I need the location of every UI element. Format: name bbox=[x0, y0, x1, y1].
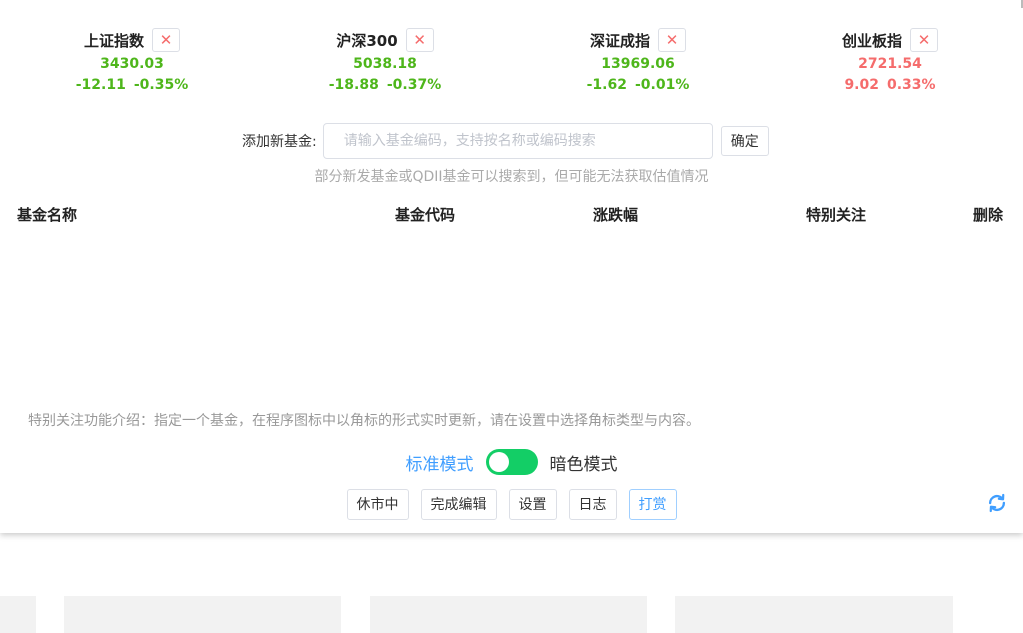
col-special-watch: 特别关注 bbox=[806, 206, 867, 224]
index-name: 创业板指 bbox=[841, 31, 902, 50]
index-name: 深证成指 bbox=[589, 31, 650, 50]
finish-edit-button[interactable]: 完成编辑 bbox=[420, 488, 497, 520]
bottom-button-row: 休市中 完成编辑 设置 日志 打赏 bbox=[0, 488, 1023, 520]
remove-index-button[interactable]: ✕ bbox=[910, 28, 938, 52]
index-change-percent: 0.33% bbox=[886, 77, 936, 93]
index-value: 13969.06 bbox=[601, 56, 675, 72]
market-status-button[interactable]: 休市中 bbox=[346, 488, 409, 520]
skeleton-block bbox=[0, 596, 36, 633]
fund-search-input[interactable] bbox=[322, 123, 713, 159]
index-card-sz: 深证成指 ✕ 13969.06 -1.62 -0.01% bbox=[538, 28, 738, 96]
reward-button[interactable]: 打赏 bbox=[628, 488, 677, 520]
index-change-amount: -12.11 bbox=[75, 77, 126, 93]
index-row: 上证指数 ✕ 3430.03 -12.11 -0.35% 沪深300 ✕ 5038… bbox=[0, 28, 1023, 100]
index-change-percent: -0.35% bbox=[133, 77, 189, 93]
settings-button[interactable]: 设置 bbox=[508, 488, 557, 520]
index-change-percent: -0.01% bbox=[634, 77, 690, 93]
index-change: -1.62 -0.01% bbox=[538, 74, 738, 96]
col-fund-code: 基金代码 bbox=[395, 206, 456, 224]
confirm-button[interactable]: 确定 bbox=[720, 126, 769, 156]
index-change-percent: -0.37% bbox=[386, 77, 442, 93]
skeleton-block bbox=[64, 596, 341, 633]
index-value: 2721.54 bbox=[858, 56, 922, 72]
dark-mode-label: 暗色模式 bbox=[549, 454, 618, 475]
index-card-cyb: 创业板指 ✕ 2721.54 9.02 0.33% bbox=[790, 28, 990, 96]
col-fund-name: 基金名称 bbox=[17, 206, 78, 224]
col-delete: 删除 bbox=[973, 206, 1004, 224]
index-change-amount: 9.02 bbox=[844, 77, 879, 93]
index-change: -18.88 -0.37% bbox=[285, 74, 485, 96]
skeleton-block bbox=[370, 596, 647, 633]
special-watch-note: 特别关注功能介绍：指定一个基金，在程序图标中以角标的形式实时更新，请在设置中选择… bbox=[28, 413, 700, 429]
index-change: 9.02 0.33% bbox=[790, 74, 990, 96]
add-fund-row: 添加新基金: 确定 bbox=[242, 123, 769, 159]
add-fund-hint-text: 部分新发基金或QDII基金可以搜索到，但可能无法获取估值情况 bbox=[314, 169, 709, 185]
toggle-knob bbox=[488, 452, 509, 472]
index-change-amount: -18.88 bbox=[328, 77, 379, 93]
fund-panel: 上证指数 ✕ 3430.03 -12.11 -0.35% 沪深300 ✕ 5038… bbox=[0, 0, 1023, 533]
index-card-sh: 上证指数 ✕ 3430.03 -12.11 -0.35% bbox=[32, 28, 232, 96]
remove-index-button[interactable]: ✕ bbox=[405, 28, 434, 52]
fund-table-header: 基金名称 基金代码 涨跌幅 特别关注 删除 bbox=[0, 204, 1023, 228]
remove-index-button[interactable]: ✕ bbox=[152, 28, 180, 52]
index-name: 上证指数 bbox=[83, 31, 144, 50]
index-value: 3430.03 bbox=[100, 56, 164, 72]
index-change-amount: -1.62 bbox=[586, 77, 627, 93]
index-value: 5038.18 bbox=[353, 56, 417, 72]
mode-switch-row: 标准模式 暗色模式 bbox=[0, 448, 1023, 476]
log-button[interactable]: 日志 bbox=[568, 488, 617, 520]
dark-mode-toggle[interactable] bbox=[485, 449, 538, 475]
refresh-icon[interactable] bbox=[986, 492, 1008, 514]
add-fund-hint: 部分新发基金或QDII基金可以搜索到，但可能无法获取估值情况 bbox=[0, 166, 1023, 186]
standard-mode-label: 标准模式 bbox=[405, 454, 474, 475]
add-fund-label: 添加新基金: bbox=[242, 134, 317, 150]
col-change: 涨跌幅 bbox=[593, 206, 639, 224]
index-card-hs300: 沪深300 ✕ 5038.18 -18.88 -0.37% bbox=[285, 28, 485, 96]
remove-index-button[interactable]: ✕ bbox=[658, 28, 686, 52]
index-name: 沪深300 bbox=[336, 31, 398, 50]
index-change: -12.11 -0.35% bbox=[32, 74, 232, 96]
skeleton-block bbox=[675, 596, 953, 633]
